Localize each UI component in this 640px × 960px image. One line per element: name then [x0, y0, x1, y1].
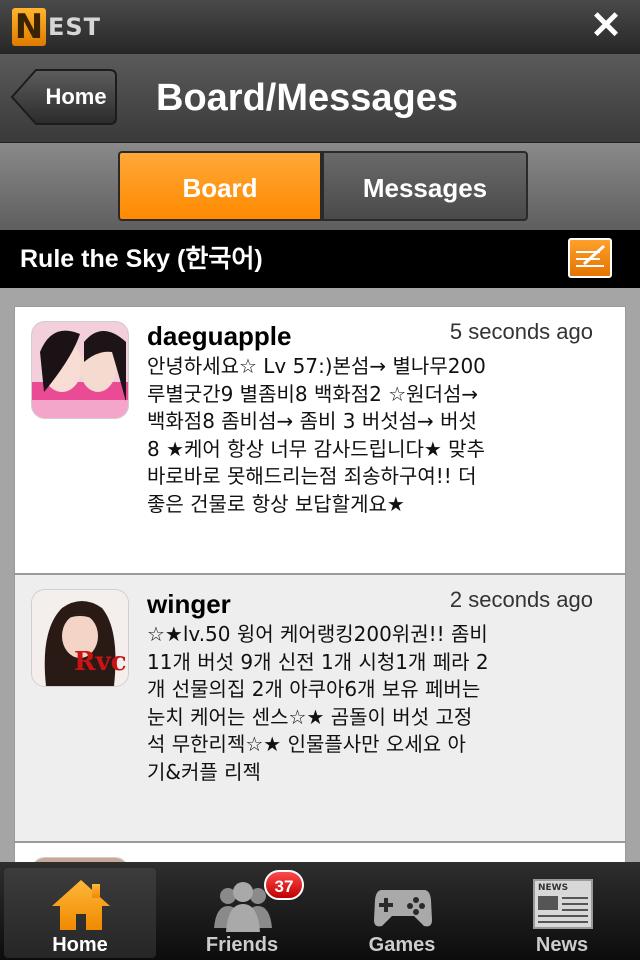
logo-n-mark: N: [12, 8, 46, 46]
game-title: Rule the Sky (한국어): [20, 245, 263, 273]
post-username[interactable]: daeguapple: [147, 321, 291, 352]
tab-messages[interactable]: Messages: [322, 151, 528, 221]
page-title: Board/Messages: [156, 77, 459, 119]
post-message-line: 바로바로 못해드리는점 죄송하구여!! 더: [147, 464, 477, 488]
tab-home[interactable]: Home: [4, 868, 156, 958]
tab-games-label: Games: [368, 934, 436, 956]
post-username[interactable]: winger: [147, 589, 231, 620]
tab-games[interactable]: Games: [326, 868, 478, 958]
gamepad-icon: [374, 890, 432, 927]
user-photo: Rvc: [32, 590, 128, 686]
post-message-line: 좋은 건물로 항상 보답할게요★: [147, 491, 405, 516]
friends-badge: 37: [264, 870, 304, 900]
newspaper-icon: NEWS: [533, 879, 593, 929]
avatar[interactable]: Rvc: [31, 589, 129, 687]
board-feed[interactable]: daeguapple 5 seconds ago 안녕하세요☆ Lv 57:)본…: [0, 288, 640, 862]
post-message-line: ☆★lv.50 윙어 케어랭킹200위권!! 좀비: [147, 622, 488, 646]
user-photo: [32, 322, 128, 418]
post-item[interactable]: Rvc winger 2 seconds ago ☆★lv.50 윙어 케어랭킹…: [14, 574, 626, 842]
post-message-line: 루별굿간9 별좀비8 백화점2 ☆원더섬→: [147, 381, 479, 406]
svg-text:Rvc: Rvc: [74, 647, 127, 677]
game-header: Rule the Sky (한국어): [0, 230, 640, 288]
post-message: 안녕하세요☆ Lv 57:)본섬→ 별나무200 루별굿간9 별좀비8 백화점2…: [147, 353, 557, 518]
house-icon: [52, 880, 110, 930]
tab-home-label: Home: [52, 934, 108, 956]
tab-board[interactable]: Board: [118, 151, 322, 221]
post-message: ☆★lv.50 윙어 케어랭킹200위권!! 좀비 11개 버섯 9개 신전 1…: [147, 621, 557, 786]
post-item[interactable]: daeguapple 5 seconds ago 안녕하세요☆ Lv 57:)본…: [14, 306, 626, 574]
top-bar: N EST ✕: [0, 0, 640, 54]
post-timestamp: 5 seconds ago: [449, 319, 593, 344]
post-message-line: 석 무한리젝☆★ 인물플사만 오세요 아: [147, 732, 466, 756]
post-item[interactable]: [14, 842, 626, 862]
nest-logo: N EST: [12, 6, 101, 48]
tab-friends[interactable]: 37 Friends: [166, 868, 318, 958]
post-message-line: 11개 버섯 9개 신전 1개 시청1개 페라 2: [147, 649, 489, 674]
post-message-line: 눈치 케어는 센스☆★ 곰돌이 버섯 고정: [147, 704, 473, 729]
tab-news[interactable]: NEWS News: [486, 868, 638, 958]
close-icon[interactable]: ✕: [588, 6, 624, 46]
avatar[interactable]: [31, 321, 129, 419]
post-message-line: 기&커플 리젝: [147, 759, 261, 784]
back-home-button[interactable]: Home: [10, 68, 118, 126]
pencil-lines-glyph: [576, 244, 606, 267]
back-home-label: Home: [45, 84, 107, 109]
post-message-line: 안녕하세요☆ Lv 57:)본섬→ 별나무200: [147, 354, 486, 378]
svg-text:NEWS: NEWS: [538, 883, 568, 893]
navigation-bar: Home Board/Messages: [0, 54, 640, 143]
post-message-line: 8 ★케어 항상 너무 감사드립니다★ 맞추: [147, 436, 485, 461]
tab-friends-label: Friends: [205, 934, 279, 956]
post-message-line: 개 선물의집 2개 아쿠아6개 보유 페버는: [147, 677, 481, 701]
bottom-tab-bar: Home 37 Friends Games NEWS News: [0, 862, 640, 960]
compose-icon[interactable]: [568, 238, 612, 278]
segment-bar: Board Messages: [0, 143, 640, 230]
tab-news-label: News: [535, 934, 589, 956]
post-message-line: 백화점8 좀비섬→ 좀비 3 버섯섬→ 버섯: [147, 409, 477, 433]
post-timestamp: 2 seconds ago: [449, 587, 593, 612]
logo-text: EST: [48, 13, 102, 41]
